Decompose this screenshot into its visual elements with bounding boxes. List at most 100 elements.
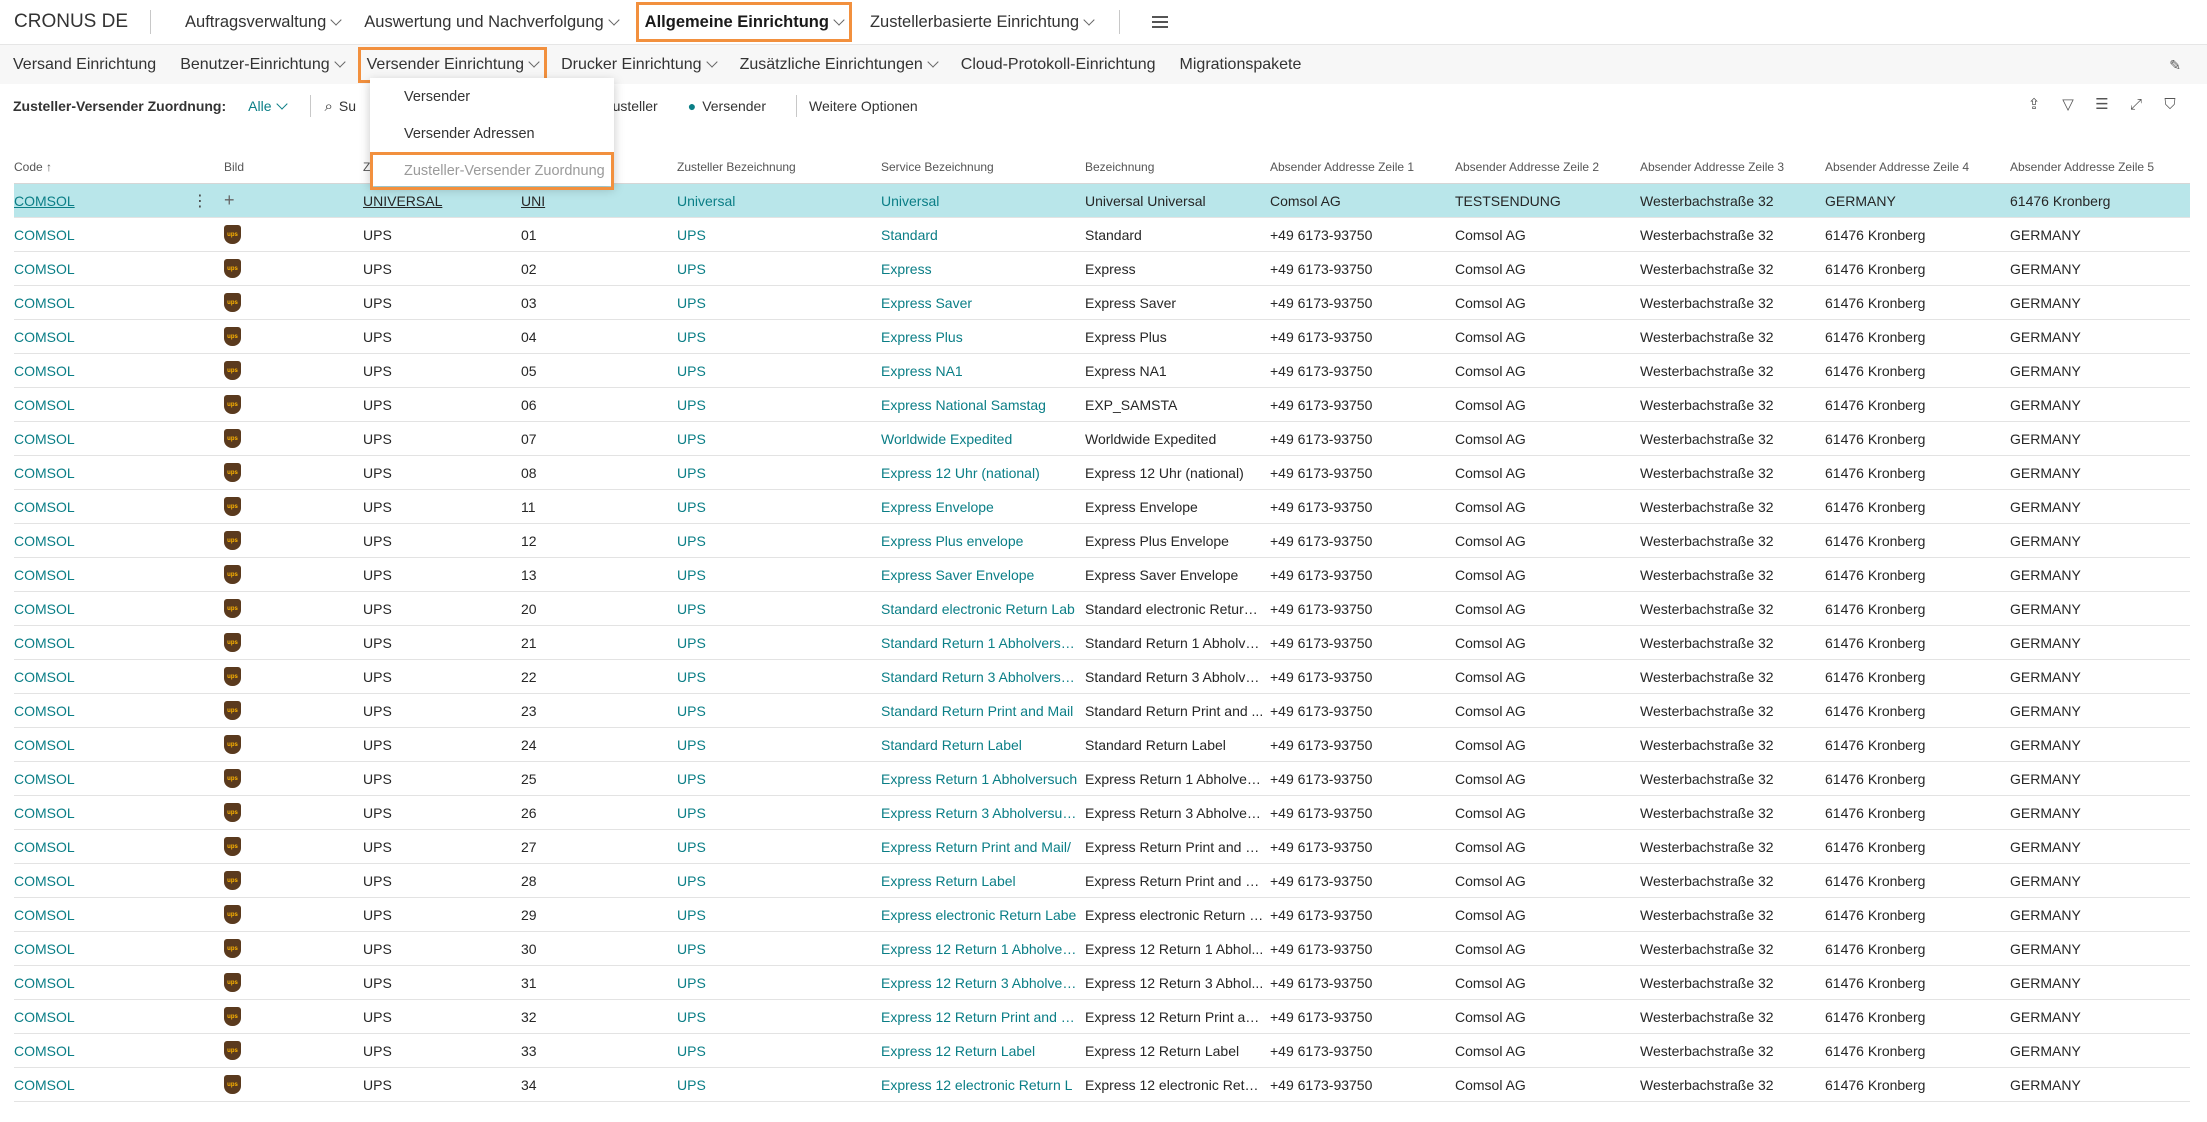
cell-service-bezeichnung[interactable]: Express Return 3 Abholversuc... xyxy=(881,805,1085,821)
cell-zusteller-bezeichnung[interactable]: UPS xyxy=(677,329,881,345)
cell-zusteller-bezeichnung[interactable]: UPS xyxy=(677,601,881,617)
share-icon[interactable]: ⇪ xyxy=(2025,96,2043,114)
cell-code[interactable]: COMSOL xyxy=(14,397,224,413)
table-row[interactable]: COMSOL ups UPS 05 UPS Express NA1 Express NA1 +… xyxy=(14,354,2190,388)
cell-zusteller-bezeichnung[interactable]: Universal xyxy=(677,193,881,209)
cell-zusteller-bezeichnung[interactable]: UPS xyxy=(677,975,881,991)
cell-code[interactable]: COMSOL xyxy=(14,635,224,651)
cell-code[interactable]: COMSOL xyxy=(14,703,224,719)
cell-zusteller-bezeichnung[interactable]: UPS xyxy=(677,737,881,753)
benutzer-einrichtung[interactable]: Benutzer-Einrichtung xyxy=(168,45,355,85)
nav-allgemeine-einrichtung[interactable]: Allgemeine Einrichtung xyxy=(635,2,852,42)
cell-zusteller-bezeichnung[interactable]: UPS xyxy=(677,363,881,379)
column-header-addr5[interactable]: Absender Addresse Zeile 5 xyxy=(2010,160,2190,174)
pin-icon[interactable]: ✎ xyxy=(2169,57,2181,74)
cell-zusteller-bezeichnung[interactable]: UPS xyxy=(677,397,881,413)
cell-code[interactable]: COMSOL xyxy=(14,941,224,957)
cell-service-bezeichnung[interactable]: Express 12 Return Label xyxy=(881,1043,1085,1059)
list-view-icon[interactable]: ☰ xyxy=(2093,96,2111,114)
cell-service-bezeichnung[interactable]: Express Plus envelope xyxy=(881,533,1085,549)
cell-zusteller-bezeichnung[interactable]: UPS xyxy=(677,567,881,583)
cell-code[interactable]: COMSOL xyxy=(14,737,224,753)
column-header-addr4[interactable]: Absender Addresse Zeile 4 xyxy=(1825,160,2010,174)
bookmark-icon[interactable]: ⛉ xyxy=(2161,96,2179,114)
table-row[interactable]: COMSOL ups UPS 23 UPS Standard Return Print a… xyxy=(14,694,2190,728)
cell-service-bezeichnung[interactable]: Express Return 1 Abholversuch xyxy=(881,771,1085,787)
cell-zusteller-bezeichnung[interactable]: UPS xyxy=(677,1077,881,1093)
more-options-button[interactable]: Weitere Optionen xyxy=(809,98,918,114)
cloud-protokoll-einrichtung[interactable]: Cloud-Protokoll-Einrichtung xyxy=(949,45,1168,85)
table-row[interactable]: COMSOL ups UPS 27 UPS Express Return Print an… xyxy=(14,830,2190,864)
cell-code[interactable]: COMSOL xyxy=(14,567,224,583)
table-row[interactable]: COMSOL ups UPS 32 UPS Express 12 Return Print… xyxy=(14,1000,2190,1034)
expand-icon[interactable]: ⤢ xyxy=(2127,96,2145,114)
cell-service-bezeichnung[interactable]: Express electronic Return Labe xyxy=(881,907,1085,923)
cell-code[interactable]: COMSOL xyxy=(14,975,224,991)
filter-icon[interactable]: ▽ xyxy=(2059,96,2077,114)
cell-zusteller-bezeichnung[interactable]: UPS xyxy=(677,839,881,855)
cell-zusteller-bezeichnung[interactable]: UPS xyxy=(677,1043,881,1059)
menu-item-versender[interactable]: Versender xyxy=(370,78,614,115)
cell-bild[interactable]: + xyxy=(224,190,363,211)
column-header-bezeichnung[interactable]: Bezeichnung xyxy=(1085,160,1270,174)
table-row[interactable]: COMSOL ups UPS 26 UPS Express Return 3 Abholv… xyxy=(14,796,2190,830)
cell-code[interactable]: COMSOL xyxy=(14,873,224,889)
table-row[interactable]: COMSOL ups UPS 13 UPS Express Saver Envelope E… xyxy=(14,558,2190,592)
column-header-addr3[interactable]: Absender Addresse Zeile 3 xyxy=(1640,160,1825,174)
cell-zusteller-bezeichnung[interactable]: UPS xyxy=(677,635,881,651)
table-row[interactable]: COMSOL ups UPS 28 UPS Express Return Label Exp… xyxy=(14,864,2190,898)
cell-zusteller[interactable]: UNIVERSAL xyxy=(363,193,521,209)
cell-code[interactable]: COMSOL xyxy=(14,601,224,617)
cell-service-bezeichnung[interactable]: Express Envelope xyxy=(881,499,1085,515)
cell-service-bezeichnung[interactable]: Standard electronic Return Lab xyxy=(881,601,1085,617)
table-row[interactable]: COMSOL ups UPS 12 UPS Express Plus envelope Ex… xyxy=(14,524,2190,558)
table-row[interactable]: COMSOL ups UPS 20 UPS Standard electronic Ret… xyxy=(14,592,2190,626)
cell-code[interactable]: COMSOL xyxy=(14,1009,224,1025)
table-row[interactable]: COMSOL ups UPS 02 UPS Express Express +49 6173-… xyxy=(14,252,2190,286)
cell-zusteller-bezeichnung[interactable]: UPS xyxy=(677,295,881,311)
cell-zusteller-bezeichnung[interactable]: UPS xyxy=(677,499,881,515)
table-row-selected[interactable]: COMSOL ⋮ + UNIVERSAL UNI Universal Unive… xyxy=(14,184,2190,218)
cell-zusteller-bezeichnung[interactable]: UPS xyxy=(677,941,881,957)
cell-service-bezeichnung[interactable]: Express 12 electronic Return L xyxy=(881,1077,1085,1093)
cell-code[interactable]: COMSOL xyxy=(14,499,224,515)
table-row[interactable]: COMSOL ups UPS 34 UPS Express 12 electronic R… xyxy=(14,1068,2190,1102)
cell-code[interactable]: COMSOL xyxy=(14,329,224,345)
cell-service-bezeichnung[interactable]: Standard Return Print and Mail xyxy=(881,703,1085,719)
table-row[interactable]: COMSOL ups UPS 21 UPS Standard Return 1 Abhol… xyxy=(14,626,2190,660)
cell-code[interactable]: COMSOL xyxy=(14,261,224,277)
cell-zusteller-bezeichnung[interactable]: UPS xyxy=(677,533,881,549)
table-row[interactable]: COMSOL ups UPS 30 UPS Express 12 Return 1 Abh… xyxy=(14,932,2190,966)
table-row[interactable]: COMSOL ups UPS 04 UPS Express Plus Express Plu… xyxy=(14,320,2190,354)
cell-code[interactable]: COMSOL xyxy=(14,533,224,549)
nav-zustellerbasierte-einrichtung[interactable]: Zustellerbasierte Einrichtung xyxy=(858,0,1105,44)
table-row[interactable]: COMSOL ups UPS 25 UPS Express Return 1 Abholv… xyxy=(14,762,2190,796)
cell-code[interactable]: COMSOL xyxy=(14,431,224,447)
table-row[interactable]: COMSOL ups UPS 06 UPS Express National Samsta… xyxy=(14,388,2190,422)
cell-service-bezeichnung[interactable]: Express Return Print and Mail/ xyxy=(881,839,1085,855)
add-image-icon[interactable]: + xyxy=(224,190,235,210)
cell-zusteller-bezeichnung[interactable]: UPS xyxy=(677,465,881,481)
table-row[interactable]: COMSOL ups UPS 24 UPS Standard Return Label St… xyxy=(14,728,2190,762)
cell-code[interactable]: COMSOL xyxy=(14,1077,224,1093)
cell-zusteller-bezeichnung[interactable]: UPS xyxy=(677,431,881,447)
migrationspakete[interactable]: Migrationspakete xyxy=(1168,45,1314,85)
cell-service-bezeichnung[interactable]: Express National Samstag xyxy=(881,397,1085,413)
filter-value-dropdown[interactable]: Alle xyxy=(248,97,288,114)
search-button[interactable]: ⌕ Su xyxy=(325,98,357,115)
cell-code[interactable]: COMSOL xyxy=(14,363,224,379)
column-header-addr1[interactable]: Absender Addresse Zeile 1 xyxy=(1270,160,1455,174)
row-actions-icon[interactable]: ⋮ xyxy=(192,191,208,211)
cell-service-bezeichnung[interactable]: Worldwide Expedited xyxy=(881,431,1085,447)
table-row[interactable]: COMSOL ups UPS 03 UPS Express Saver Express Sa… xyxy=(14,286,2190,320)
hamburger-menu-icon[interactable] xyxy=(1152,16,1169,28)
versender-button[interactable]: ● Versender xyxy=(688,98,766,114)
cell-code[interactable]: COMSOL xyxy=(14,1043,224,1059)
cell-code[interactable]: COMSOL xyxy=(14,227,224,243)
cell-zusteller-bezeichnung[interactable]: UPS xyxy=(677,1009,881,1025)
cell-service[interactable]: UNI xyxy=(521,193,677,209)
column-header-code[interactable]: Code ↑ xyxy=(14,160,224,174)
cell-service-bezeichnung[interactable]: Standard xyxy=(881,227,1085,243)
cell-code[interactable]: COMSOL xyxy=(14,465,224,481)
cell-zusteller-bezeichnung[interactable]: UPS xyxy=(677,703,881,719)
